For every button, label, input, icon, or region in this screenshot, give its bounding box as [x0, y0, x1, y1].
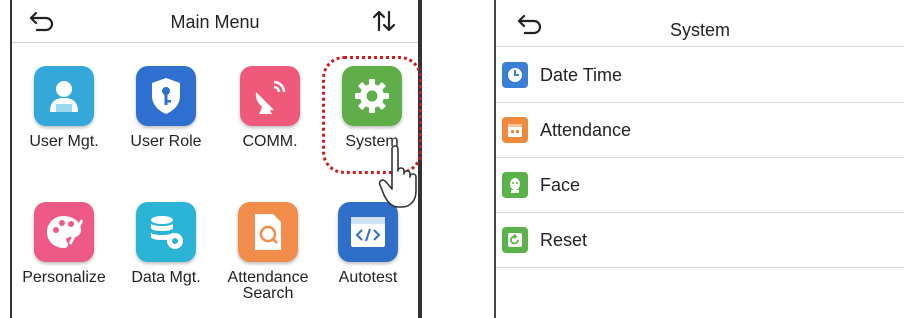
list-item-face[interactable]: Face — [496, 158, 904, 213]
main-menu-title: Main Menu — [170, 12, 260, 32]
list-item-reset[interactable]: Reset — [496, 213, 904, 268]
menu-item-label: Autotest — [338, 269, 398, 286]
list-item-label: Reset — [540, 229, 588, 250]
sort-arrows-icon[interactable] — [370, 8, 398, 34]
document-search-icon — [238, 202, 298, 262]
system-header: System — [496, 0, 904, 47]
menu-item-data-mgt[interactable]: Data Mgt. — [116, 202, 216, 286]
menu-item-label: User Role — [130, 133, 202, 150]
menu-item-label: Data Mgt. — [131, 269, 201, 286]
menu-item-label: Attendance — [227, 269, 309, 286]
face-icon — [502, 172, 528, 198]
menu-item-autotest[interactable]: Autotest — [318, 202, 418, 286]
list-item-attendance[interactable]: Attendance — [496, 103, 904, 158]
list-item-label: Face — [540, 174, 581, 195]
database-gear-icon — [136, 202, 196, 262]
menu-item-user-mgt[interactable]: User Mgt. — [14, 66, 114, 150]
satellite-dish-icon — [240, 66, 300, 126]
menu-item-comm[interactable]: COMM. — [220, 66, 320, 150]
menu-item-label-line2: Search — [242, 285, 294, 302]
list-item-label: Date Time — [540, 64, 623, 85]
list-item-label: Attendance — [540, 119, 632, 140]
menu-item-label: Personalize — [22, 269, 106, 286]
palette-icon — [34, 202, 94, 262]
system-title: System — [669, 20, 730, 40]
user-icon — [34, 66, 94, 126]
hand-pointer-icon — [378, 145, 417, 208]
menu-item-attendance-search[interactable]: Attendance Search — [218, 202, 318, 302]
clock-icon — [502, 62, 528, 88]
menu-item-label: User Mgt. — [29, 133, 99, 150]
menu-item-label: COMM. — [242, 133, 298, 150]
menu-item-personalize[interactable]: Personalize — [14, 202, 114, 286]
main-menu-screen: Main Menu User Mgt. User Role COMM. Syst… — [10, 0, 422, 318]
shield-key-icon — [136, 66, 196, 126]
system-screen: System Date Time Attendance Face Reset — [494, 0, 904, 318]
calendar-icon — [502, 117, 528, 143]
main-menu-header: Main Menu — [12, 0, 418, 43]
list-item-date-time[interactable]: Date Time — [496, 48, 904, 103]
menu-item-user-role[interactable]: User Role — [116, 66, 216, 150]
code-window-icon — [338, 202, 398, 262]
reset-icon — [502, 227, 528, 253]
